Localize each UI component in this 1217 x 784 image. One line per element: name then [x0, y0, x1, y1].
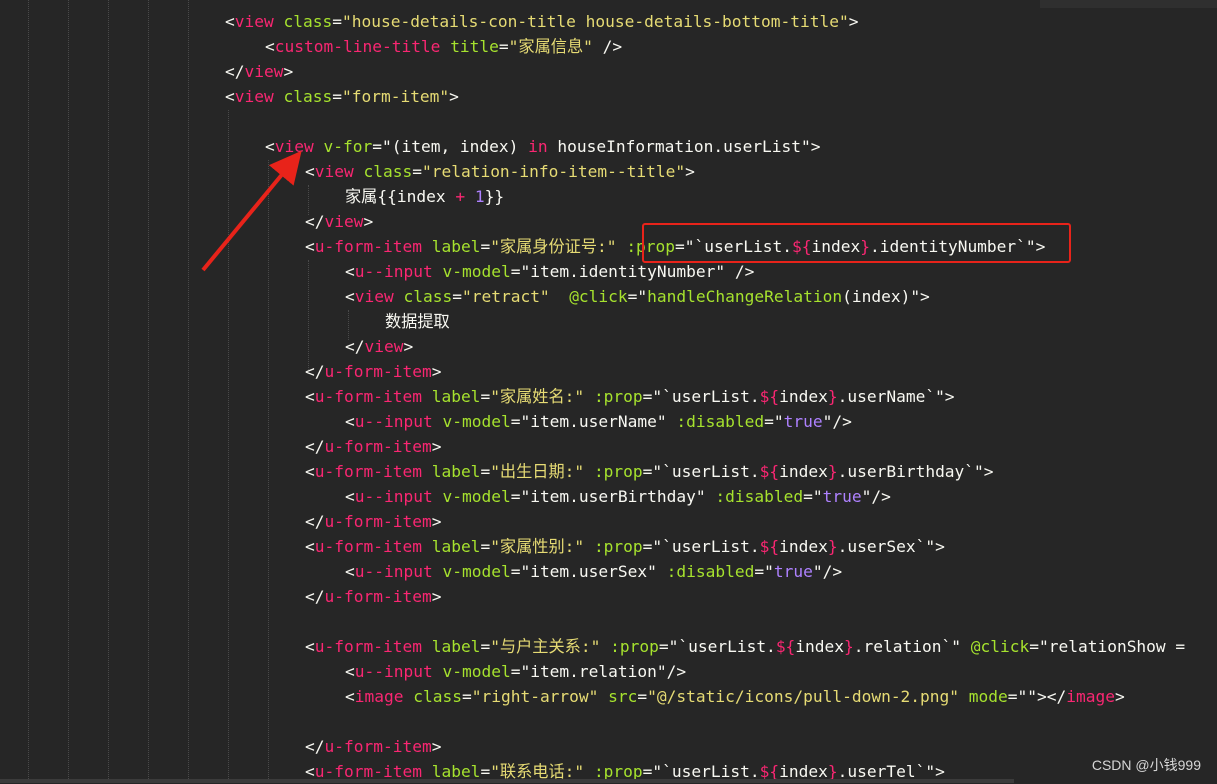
watermark: CSDN @小钱999 [1091, 757, 1201, 773]
red-arrow-icon [201, 150, 302, 272]
horizontal-scrollbar[interactable] [0, 779, 1014, 783]
tab-strip [1040, 0, 1217, 8]
code-editor[interactable]: <view class="house-details-con-title hou… [0, 0, 1217, 783]
